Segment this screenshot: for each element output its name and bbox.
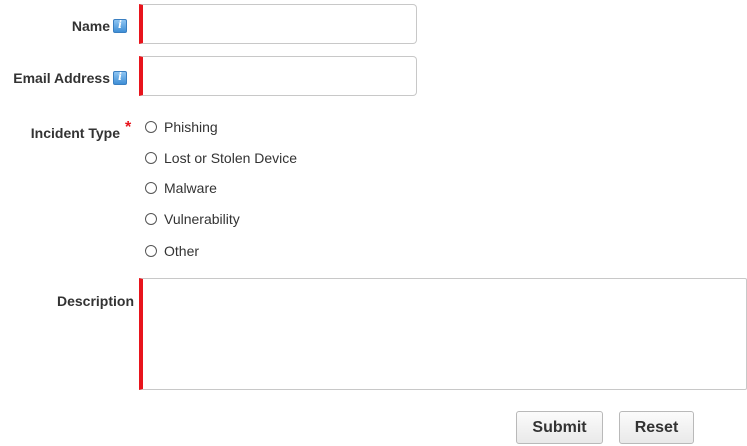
radio-label: Other bbox=[164, 243, 200, 259]
radio-option-phishing[interactable]: Phishing bbox=[145, 118, 218, 136]
radio-option-other[interactable]: Other bbox=[145, 242, 199, 260]
radio-label: Malware bbox=[164, 180, 217, 196]
radio-option-malware[interactable]: Malware bbox=[145, 179, 217, 197]
radio-button[interactable] bbox=[145, 121, 157, 133]
email-label: Email Address bbox=[13, 70, 110, 86]
reset-button[interactable]: Reset bbox=[619, 411, 694, 444]
email-info-icon[interactable]: i bbox=[113, 71, 127, 85]
radio-label: Vulnerability bbox=[164, 211, 240, 227]
radio-label: Lost or Stolen Device bbox=[164, 150, 298, 166]
radio-button[interactable] bbox=[145, 182, 157, 194]
radio-button[interactable] bbox=[145, 245, 157, 257]
name-info-icon[interactable]: i bbox=[113, 19, 127, 33]
name-input[interactable] bbox=[139, 4, 417, 44]
description-label: Description bbox=[56, 293, 134, 309]
radio-button[interactable] bbox=[145, 152, 157, 164]
radio-option-lost-or-stolen-device[interactable]: Lost or Stolen Device bbox=[145, 149, 297, 167]
required-star: * bbox=[125, 119, 132, 136]
incident-type-label: Incident Type bbox=[30, 125, 120, 141]
radio-label: Phishing bbox=[164, 119, 218, 135]
name-label: Name bbox=[71, 18, 110, 34]
radio-option-vulnerability[interactable]: Vulnerability bbox=[145, 210, 240, 228]
description-textarea[interactable] bbox=[139, 278, 747, 390]
radio-button[interactable] bbox=[145, 213, 157, 225]
email-input[interactable] bbox=[139, 56, 417, 96]
submit-button[interactable]: Submit bbox=[516, 411, 603, 444]
